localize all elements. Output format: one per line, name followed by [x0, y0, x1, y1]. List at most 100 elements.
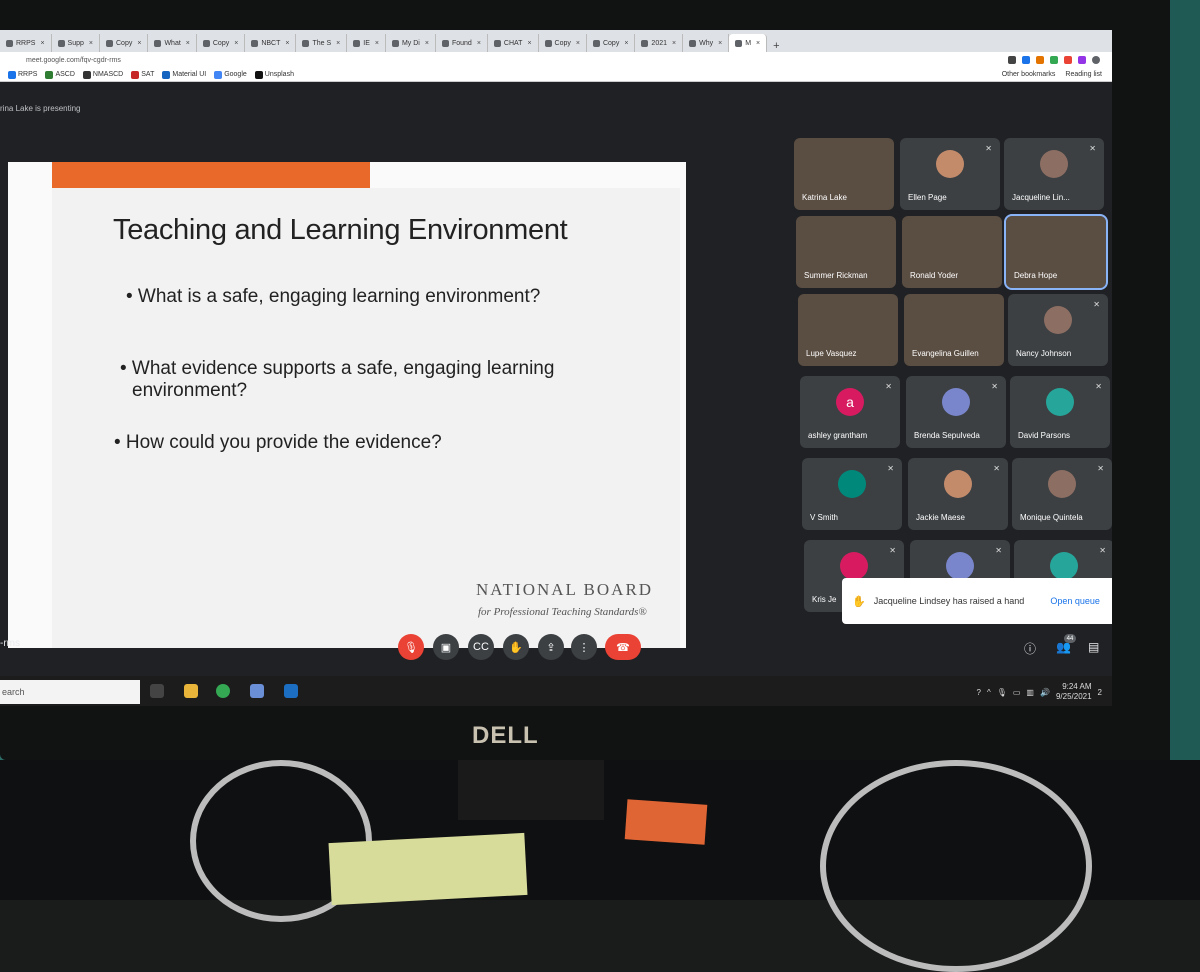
- mic-off-icon[interactable]: 🎙: [398, 634, 424, 660]
- participant-tile[interactable]: ✕ V Smith: [802, 458, 902, 530]
- captions-icon[interactable]: CC: [468, 634, 494, 660]
- browser-tab[interactable]: 2021 ×: [635, 34, 684, 52]
- chat-icon[interactable]: ▤: [1088, 640, 1099, 654]
- browser-tab[interactable]: RRPS ×: [0, 34, 52, 52]
- camera-icon[interactable]: ▣: [433, 634, 459, 660]
- participant-tile[interactable]: ✕ Jackie Maese: [908, 458, 1008, 530]
- star-icon[interactable]: [1008, 56, 1016, 64]
- volume-icon[interactable]: 🔊: [1040, 688, 1050, 697]
- extension-icon[interactable]: [1036, 56, 1044, 64]
- task-view-icon[interactable]: [150, 684, 164, 698]
- notification-icon[interactable]: 2: [1098, 688, 1102, 697]
- app-icon[interactable]: [250, 684, 264, 698]
- profile-avatar[interactable]: [1092, 56, 1100, 64]
- browser-tab[interactable]: Copy ×: [539, 34, 587, 52]
- info-icon[interactable]: ⓘ: [1024, 640, 1036, 657]
- close-tab-icon[interactable]: ×: [576, 40, 580, 47]
- tab-label: My Di: [401, 39, 420, 47]
- browser-tab[interactable]: M ×: [729, 34, 768, 52]
- clock[interactable]: 9:24 AM 9/25/2021: [1056, 682, 1092, 702]
- participant-tile[interactable]: Katrina Lake: [794, 138, 894, 210]
- bookmark-item[interactable]: Material UI: [162, 70, 206, 79]
- browser-tab[interactable]: Found ×: [436, 34, 488, 52]
- avatar: [1044, 306, 1072, 334]
- avatar: [1040, 150, 1068, 178]
- reading-list-button[interactable]: Reading list: [1065, 71, 1102, 78]
- participant-tile[interactable]: Evangelina Guillen: [904, 294, 1004, 366]
- participant-tile[interactable]: ✕ Monique Quintela: [1012, 458, 1112, 530]
- bookmark-item[interactable]: Unsplash: [254, 70, 294, 79]
- end-call-icon[interactable]: ☎: [605, 634, 641, 660]
- close-tab-icon[interactable]: ×: [40, 40, 44, 47]
- present-icon[interactable]: ⇪: [538, 634, 564, 660]
- close-tab-icon[interactable]: ×: [186, 40, 190, 47]
- extension-icon[interactable]: [1078, 56, 1086, 64]
- participant-tile[interactable]: Debra Hope: [1004, 214, 1108, 290]
- mic-icon[interactable]: 🎙: [997, 688, 1007, 697]
- bookmark-favicon-icon: [131, 70, 140, 79]
- close-tab-icon[interactable]: ×: [285, 40, 289, 47]
- browser-tab[interactable]: Copy ×: [587, 34, 636, 52]
- participant-tile[interactable]: Summer Rickman: [796, 216, 896, 288]
- network-icon[interactable]: ▥: [1026, 688, 1034, 697]
- more-options-icon[interactable]: ⋮: [571, 634, 597, 660]
- close-tab-icon[interactable]: ×: [756, 40, 760, 47]
- bookmark-label: Google: [224, 71, 247, 78]
- extension-icon[interactable]: [1050, 56, 1058, 64]
- close-tab-icon[interactable]: ×: [672, 40, 676, 47]
- bookmark-favicon-icon: [45, 70, 54, 79]
- browser-tab[interactable]: Supp ×: [52, 34, 100, 52]
- participant-tile[interactable]: ✕ Ellen Page: [900, 138, 1000, 210]
- close-tab-icon[interactable]: ×: [718, 40, 722, 47]
- close-tab-icon[interactable]: ×: [527, 40, 531, 47]
- browser-tab[interactable]: My Di ×: [386, 34, 436, 52]
- close-tab-icon[interactable]: ×: [375, 40, 379, 47]
- url-field[interactable]: meet.google.com/fqv-cgdr-rms: [26, 57, 121, 64]
- close-tab-icon[interactable]: ×: [624, 40, 628, 47]
- extension-icon[interactable]: [1064, 56, 1072, 64]
- browser-tab[interactable]: Copy ×: [100, 34, 149, 52]
- chrome-icon[interactable]: [216, 684, 230, 698]
- taskbar-search[interactable]: earch: [0, 680, 140, 704]
- participant-tile[interactable]: a ✕ ashley grantham: [800, 376, 900, 448]
- new-tab-button[interactable]: +: [767, 40, 785, 52]
- browser-tab[interactable]: Copy ×: [197, 34, 246, 52]
- close-tab-icon[interactable]: ×: [477, 40, 481, 47]
- tab-label: Supp: [67, 39, 84, 47]
- participant-tile[interactable]: ✕ Brenda Sepulveda: [906, 376, 1006, 448]
- participant-tile[interactable]: Ronald Yoder: [902, 216, 1002, 288]
- extension-icon[interactable]: [1022, 56, 1030, 64]
- bookmark-item[interactable]: Google: [214, 70, 247, 79]
- help-icon[interactable]: ?: [976, 688, 980, 697]
- screen: RRPS × Supp × Copy × What × Copy × NBCT × The S × IE × M…: [0, 30, 1112, 706]
- battery-icon[interactable]: ▭: [1013, 688, 1021, 697]
- bookmark-item[interactable]: SAT: [131, 70, 154, 79]
- file-explorer-icon[interactable]: [184, 684, 198, 698]
- bookmark-item[interactable]: NMASCD: [82, 70, 123, 79]
- bookmarks-right: Other bookmarks Reading list: [1002, 71, 1112, 78]
- participant-name: David Parsons: [1018, 431, 1071, 440]
- close-tab-icon[interactable]: ×: [137, 40, 141, 47]
- close-tab-icon[interactable]: ×: [234, 40, 238, 47]
- other-bookmarks-folder[interactable]: Other bookmarks: [1002, 71, 1056, 78]
- browser-tab[interactable]: What ×: [148, 34, 197, 52]
- browser-tab[interactable]: The S ×: [296, 34, 348, 52]
- participant-tile[interactable]: ✕ Nancy Johnson: [1008, 294, 1108, 366]
- bookmark-item[interactable]: ASCD: [45, 70, 75, 79]
- chevron-up-icon[interactable]: ^: [987, 688, 991, 697]
- bookmark-item[interactable]: RRPS: [8, 70, 37, 79]
- browser-tab[interactable]: NBCT ×: [245, 34, 297, 52]
- browser-tab[interactable]: Why ×: [683, 34, 730, 52]
- close-tab-icon[interactable]: ×: [89, 40, 93, 47]
- open-queue-button[interactable]: Open queue: [1050, 596, 1100, 606]
- browser-tab[interactable]: IE ×: [347, 34, 386, 52]
- close-tab-icon[interactable]: ×: [425, 40, 429, 47]
- participant-tile[interactable]: ✕ Jacqueline Lin...: [1004, 138, 1104, 210]
- browser-tab[interactable]: CHAT ×: [488, 34, 539, 52]
- raise-hand-icon[interactable]: ✋: [503, 634, 529, 660]
- tab-label: Copy: [212, 39, 230, 47]
- participant-tile[interactable]: Lupe Vasquez: [798, 294, 898, 366]
- app-icon[interactable]: [284, 684, 298, 698]
- participant-tile[interactable]: ✕ David Parsons: [1010, 376, 1110, 448]
- close-tab-icon[interactable]: ×: [336, 40, 340, 47]
